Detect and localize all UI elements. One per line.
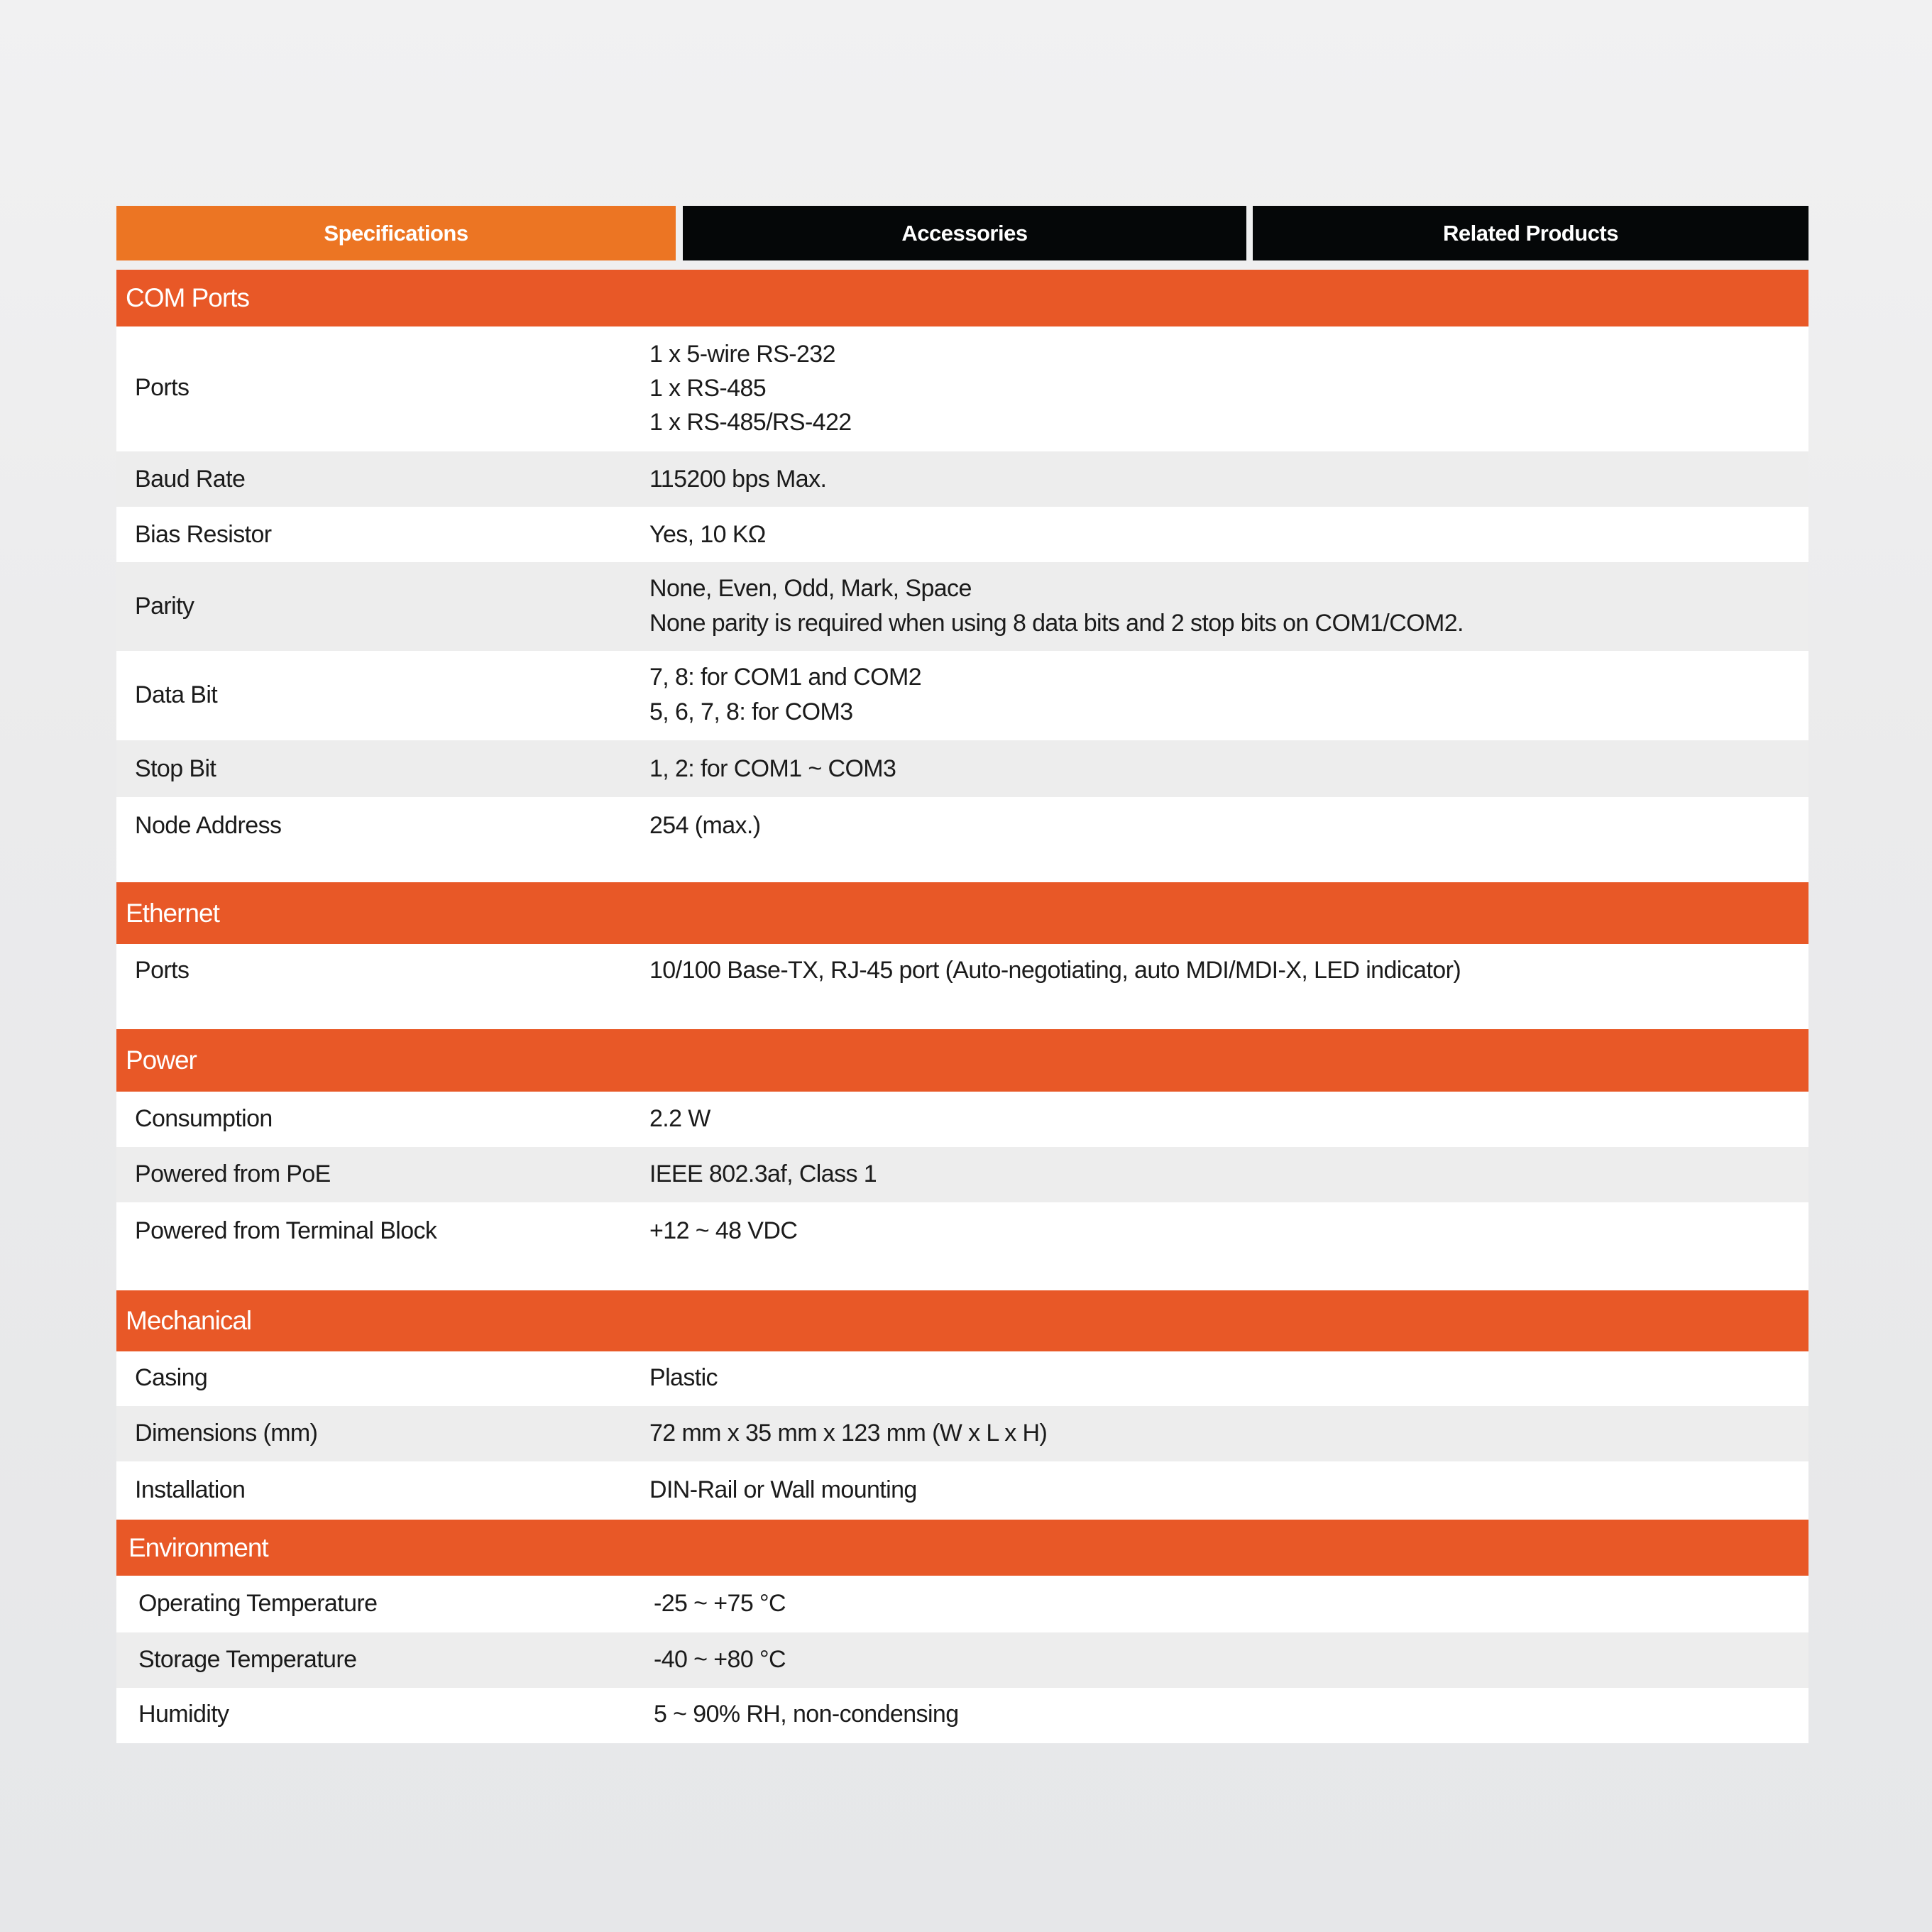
section-header-environment: Environment — [116, 1520, 1808, 1576]
section-header-com-ports: COM Ports — [116, 270, 1808, 326]
spec-row-baud-rate: Baud Rate 115200 bps Max. — [116, 451, 1808, 507]
spec-row-casing: Casing Plastic — [116, 1351, 1808, 1406]
spec-label: Humidity — [138, 1701, 229, 1728]
spec-label: Casing — [135, 1364, 208, 1391]
spec-row-consumption: Consumption 2.2 W — [116, 1092, 1808, 1147]
spec-row-dimensions: Dimensions (mm) 72 mm x 35 mm x 123 mm (… — [116, 1406, 1808, 1461]
tab-accessories[interactable]: Accessories — [683, 206, 1246, 260]
spec-value-line: 115200 bps Max. — [649, 466, 827, 493]
spec-value-line: IEEE 802.3af, Class 1 — [649, 1160, 877, 1187]
spec-value-line: 254 (max.) — [649, 812, 761, 839]
spec-label: Stop Bit — [135, 755, 216, 782]
section-header-ethernet: Ethernet — [116, 882, 1808, 944]
spec-label: Installation — [135, 1476, 246, 1503]
spec-value-line: 1 x RS-485 — [649, 375, 767, 402]
spec-label: Consumption — [135, 1105, 273, 1132]
spec-label: Parity — [135, 593, 194, 620]
spec-row-operating-temperature: Operating Temperature -25 ~ +75 °C — [116, 1576, 1808, 1632]
spec-value-line: 5, 6, 7, 8: for COM3 — [649, 698, 853, 725]
tab-related-products[interactable]: Related Products — [1253, 206, 1808, 260]
spec-label: Ports — [135, 957, 190, 984]
section-header-mechanical: Mechanical — [116, 1290, 1808, 1351]
spec-row-node-address: Node Address 254 (max.) — [116, 797, 1808, 882]
spec-label: Powered from PoE — [135, 1160, 331, 1187]
spec-label: Bias Resistor — [135, 521, 272, 548]
spec-row-humidity: Humidity 5 ~ 90% RH, non-condensing — [116, 1688, 1808, 1743]
spec-value-line: 5 ~ 90% RH, non-condensing — [654, 1701, 959, 1728]
spec-label: Baud Rate — [135, 466, 246, 493]
spec-value-line: 1 x RS-485/RS-422 — [649, 409, 852, 436]
spec-value-line: Plastic — [649, 1364, 718, 1391]
spec-value-line: 7, 8: for COM1 and COM2 — [649, 664, 922, 691]
spec-value-line: -25 ~ +75 °C — [654, 1590, 786, 1617]
spec-row-com-ports: Ports 1 x 5-wire RS-232 1 x RS-485 1 x R… — [116, 326, 1808, 451]
spec-row-parity: Parity None, Even, Odd, Mark, Space None… — [116, 562, 1808, 651]
spec-value-line: +12 ~ 48 VDC — [649, 1217, 798, 1244]
spec-row-ethernet-ports: Ports 10/100 Base-TX, RJ-45 port (Auto-n… — [116, 944, 1808, 1029]
spec-label: Storage Temperature — [138, 1646, 357, 1673]
spec-value-line: 2.2 W — [649, 1105, 710, 1132]
spec-value-line: -40 ~ +80 °C — [654, 1646, 786, 1673]
spec-value-line: 10/100 Base-TX, RJ-45 port (Auto-negotia… — [649, 957, 1461, 984]
spec-value-line: Yes, 10 KΩ — [649, 521, 766, 548]
spec-value-line: DIN-Rail or Wall mounting — [649, 1476, 917, 1503]
spec-label: Data Bit — [135, 681, 218, 708]
tab-specifications[interactable]: Specifications — [116, 206, 676, 260]
spec-row-data-bit: Data Bit 7, 8: for COM1 and COM2 5, 6, 7… — [116, 651, 1808, 740]
section-header-power: Power — [116, 1029, 1808, 1092]
spec-label: Ports — [135, 374, 190, 401]
spec-value-line: None parity is required when using 8 dat… — [649, 610, 1464, 637]
tab-bar: Specifications Accessories Related Produ… — [116, 206, 1808, 260]
spec-value-line: 1 x 5-wire RS-232 — [649, 341, 836, 368]
spec-value-line: 1, 2: for COM1 ~ COM3 — [649, 755, 896, 782]
spec-label: Powered from Terminal Block — [135, 1217, 437, 1244]
spec-value-line: 72 mm x 35 mm x 123 mm (W x L x H) — [649, 1420, 1048, 1447]
spec-value-line: None, Even, Odd, Mark, Space — [649, 575, 972, 602]
spec-row-powered-from-poe: Powered from PoE IEEE 802.3af, Class 1 — [116, 1147, 1808, 1202]
spec-row-installation: Installation DIN-Rail or Wall mounting — [116, 1461, 1808, 1520]
spec-row-storage-temperature: Storage Temperature -40 ~ +80 °C — [116, 1632, 1808, 1688]
spec-panel: Specifications Accessories Related Produ… — [116, 206, 1808, 1743]
spec-label: Node Address — [135, 812, 282, 839]
spec-row-powered-from-terminal-block: Powered from Terminal Block +12 ~ 48 VDC — [116, 1202, 1808, 1290]
spec-row-stop-bit: Stop Bit 1, 2: for COM1 ~ COM3 — [116, 740, 1808, 797]
spec-row-bias-resistor: Bias Resistor Yes, 10 KΩ — [116, 507, 1808, 562]
spec-label: Dimensions (mm) — [135, 1420, 318, 1447]
spec-label: Operating Temperature — [138, 1590, 378, 1617]
